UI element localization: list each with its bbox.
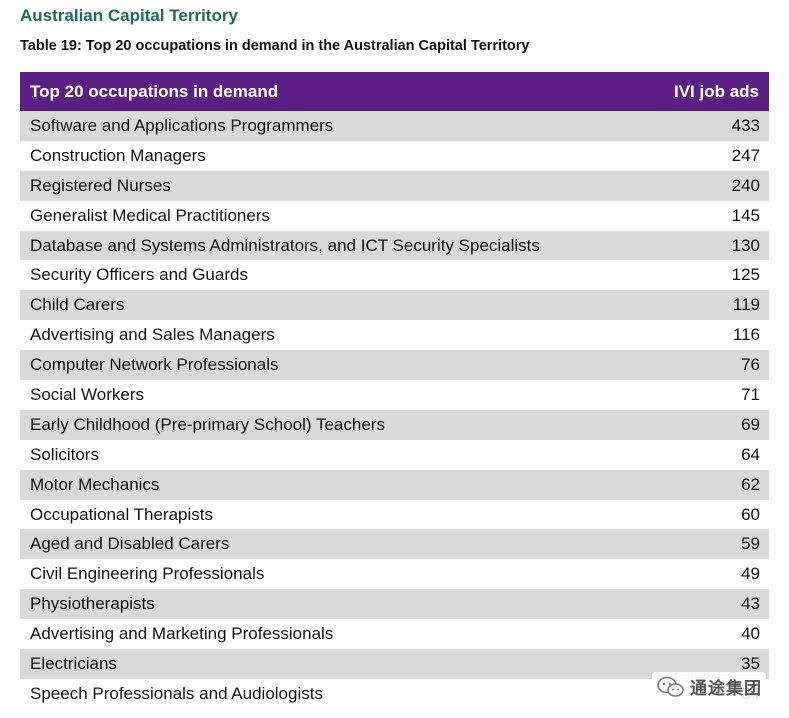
job-ads-cell: 145 [731,205,760,225]
table-row: Advertising and Sales Managers 116 [20,320,769,350]
occupation-cell: Child Carers [30,295,125,315]
table-row: Early Childhood (Pre-primary School) Tea… [20,409,769,440]
table-row: Solicitors 64 [20,440,769,470]
wechat-icon [657,676,684,697]
job-ads-cell: 116 [732,325,760,345]
job-ads-cell: 64 [741,444,760,464]
job-ads-cell: 433 [731,115,760,135]
occupation-cell: Computer Network Professionals [30,355,279,375]
occupation-cell: Advertising and Marketing Professionals [30,624,334,644]
table-row: Motor Mechanics 62 [20,469,769,500]
table-header: Top 20 occupations in demand IVI job ads [20,72,769,111]
table-row: Advertising and Marketing Professionals 4… [20,619,769,649]
header-occupation: Top 20 occupations in demand [30,81,279,101]
occupation-cell: Database and Systems Administrators, and… [30,235,540,255]
occupation-cell: Construction Managers [30,145,206,165]
job-ads-cell: 69 [741,414,760,434]
table-row: Social Workers 71 [20,380,769,410]
occupation-cell: Civil Engineering Professionals [30,564,265,584]
table-row: Registered Nurses 240 [20,170,769,201]
occupation-cell: Motor Mechanics [30,474,160,494]
table-row: Construction Managers 247 [20,141,769,171]
job-ads-cell: 40 [741,624,760,644]
watermark-text: 通途集团 [690,679,762,698]
job-ads-cell: 76 [741,355,760,375]
watermark: 通途集团 [652,672,766,701]
table-caption: Table 19: Top 20 occupations in demand i… [20,38,530,54]
table-row: Security Officers and Guards 125 [20,260,769,290]
occupation-cell: Security Officers and Guards [30,265,248,285]
table-row: Physiotherapists 43 [20,589,769,620]
job-ads-cell: 247 [731,145,760,165]
table-row: Civil Engineering Professionals 49 [20,559,769,589]
occupation-cell: Software and Applications Programmers [30,115,334,135]
section-title: Australian Capital Territory [20,6,238,25]
table-row: Generalist Medical Practitioners 145 [20,201,769,231]
job-ads-cell: 62 [741,474,760,494]
occupation-cell: Electricians [30,653,117,673]
occupation-cell: Occupational Therapists [30,504,214,524]
occupation-cell: Physiotherapists [30,594,155,614]
occupation-cell: Advertising and Sales Managers [30,325,275,345]
occupation-cell: Solicitors [30,444,99,464]
occupation-cell: Speech Professionals and Audiologists [30,683,323,703]
job-ads-cell: 49 [741,564,760,584]
occupations-table: Top 20 occupations in demand IVI job ads… [20,72,769,709]
table-row: Child Carers 119 [20,290,769,321]
occupation-cell: Generalist Medical Practitioners [30,205,270,225]
job-ads-cell: 35 [741,653,760,673]
occupation-cell: Registered Nurses [30,175,171,195]
table-body: Software and Applications Programmers 433… [20,111,769,709]
job-ads-cell: 60 [741,504,760,524]
table-row: Software and Applications Programmers 433 [20,111,769,141]
occupation-cell: Early Childhood (Pre-primary School) Tea… [30,414,385,434]
table-row: Database and Systems Administrators, and… [20,230,769,261]
header-job-ads: IVI job ads [673,81,759,101]
job-ads-cell: 43 [741,594,760,614]
occupation-cell: Aged and Disabled Carers [30,534,230,554]
table-row: Occupational Therapists 60 [20,500,769,530]
job-ads-cell: 125 [731,265,760,285]
table-row: Aged and Disabled Carers 59 [20,529,769,560]
job-ads-cell: 240 [731,175,760,195]
job-ads-cell: 119 [732,295,760,315]
job-ads-cell: 130 [731,235,760,255]
job-ads-cell: 71 [741,384,760,404]
job-ads-cell: 59 [741,534,760,554]
occupation-cell: Social Workers [30,384,144,404]
table-row: Computer Network Professionals 76 [20,350,769,381]
